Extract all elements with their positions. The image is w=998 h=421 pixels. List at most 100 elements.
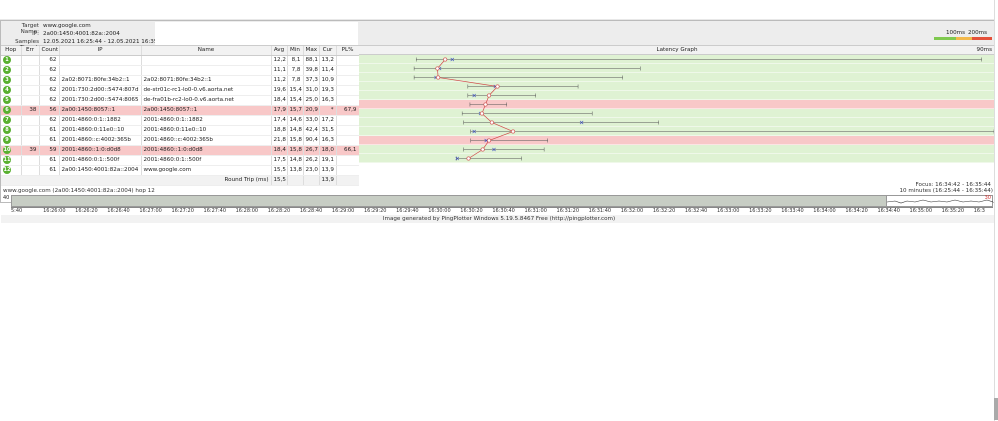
col-pl[interactable]: PL% bbox=[336, 46, 360, 56]
timeline-panel[interactable]: www.google.com (2a00:1450:4001:82a::2004… bbox=[1, 188, 997, 224]
hop-count-cell: 62 bbox=[39, 65, 60, 76]
hop-name-cell: de-fra01b-rc2-lo0-0.v6.aorta.net bbox=[141, 95, 272, 106]
timeline-tick-label: 16:29:20 bbox=[364, 208, 387, 214]
col-hop[interactable]: Hop bbox=[1, 46, 22, 56]
hop-row[interactable]: 8 61 2001:4860:0:11e0::10 2001:4860:0:11e0:… bbox=[1, 125, 360, 136]
timeline-tick-label: 16:32:20 bbox=[652, 208, 676, 214]
col-min[interactable]: Min bbox=[287, 46, 304, 56]
timeline-tick-label: 16:32:00 bbox=[620, 208, 644, 214]
hop-ip-cell bbox=[59, 65, 142, 76]
graph-row-background bbox=[359, 109, 995, 118]
hop-cur-cell: 13,2 bbox=[319, 55, 337, 66]
col-ip[interactable]: IP bbox=[59, 46, 142, 56]
hop-err-cell: 38 bbox=[21, 105, 40, 116]
hop-row[interactable]: 6 38 56 2a00:1450:8057::1 2a00:1450:8057::1 1… bbox=[1, 105, 360, 116]
hop-number-cell: 10 bbox=[1, 145, 22, 156]
hop-number-cell: 11 bbox=[1, 155, 22, 166]
latency-graph[interactable]: Latency Graph 90ms bbox=[359, 46, 995, 190]
hop-avg-cell: 18,4 bbox=[271, 145, 288, 156]
timeline-tick-label: 16:29:00 bbox=[331, 208, 355, 214]
hop-max-cell: 88,1 bbox=[303, 55, 320, 66]
timeline-tick-label: 16:28:20 bbox=[267, 208, 291, 214]
hop-count-cell: 62 bbox=[39, 55, 60, 66]
target-ip-value: 2a00:1450:4001:82a::2004 bbox=[43, 31, 120, 37]
round-trip-pl bbox=[336, 175, 360, 186]
timeline-tick-label: 5:40 bbox=[11, 208, 23, 214]
hop-row[interactable]: 10 39 59 2001:4860::1:0:d0d8 2001:4860::1:0:… bbox=[1, 145, 360, 156]
hop-row[interactable]: 4 62 2001:730:2d00::5474:807d de-str01c-rc1… bbox=[1, 85, 360, 96]
timeline-tick-label: 16:28:40 bbox=[299, 208, 323, 214]
hop-number-badge: 1 bbox=[3, 56, 11, 64]
hop-count-cell: 61 bbox=[39, 155, 60, 166]
timeline-tick-label: 16:30:40 bbox=[492, 208, 515, 214]
average-latency-point bbox=[483, 102, 488, 107]
hop-row[interactable]: 7 62 2001:4860:0:1::1882 2001:4860:0:1::188… bbox=[1, 115, 360, 126]
vertical-scrollbar[interactable] bbox=[994, 0, 998, 421]
hop-min-cell: 13,8 bbox=[287, 165, 304, 176]
hop-ip-cell: 2001:730:2d00::5474:807d bbox=[59, 85, 142, 96]
samples-value: 12.05.2021 16:25:44 - 12.05.2021 16:35:4… bbox=[43, 39, 167, 45]
hop-cur-cell: * bbox=[319, 105, 337, 116]
hop-row[interactable]: 9 61 2001:4860::c:4002:365b 2001:4860::c:40… bbox=[1, 135, 360, 146]
hop-avg-cell: 18,8 bbox=[271, 125, 288, 136]
top-strip bbox=[0, 0, 998, 20]
round-trip-cur: 13,9 bbox=[319, 175, 337, 186]
hop-count-cell: 61 bbox=[39, 165, 60, 176]
hop-min-cell: 15,8 bbox=[287, 135, 304, 146]
hop-row[interactable]: 5 62 2001:730:2d00::5474:8065 de-fra01b-rc2… bbox=[1, 95, 360, 106]
scrollbar-thumb[interactable] bbox=[994, 398, 998, 420]
timeline-history-area[interactable] bbox=[11, 195, 887, 207]
hop-number-badge: 2 bbox=[3, 66, 11, 74]
average-latency-point bbox=[436, 75, 441, 80]
timeline-tick-label: 16:34:40 bbox=[877, 208, 900, 214]
hop-name-cell bbox=[141, 65, 272, 76]
hop-count-cell: 62 bbox=[39, 85, 60, 96]
hop-max-cell: 90,4 bbox=[303, 135, 320, 146]
col-cur[interactable]: Cur bbox=[319, 46, 337, 56]
hop-number-badge: 10 bbox=[3, 146, 11, 154]
hop-name-cell: de-str01c-rc1-lo0-0.v6.aorta.net bbox=[141, 85, 272, 96]
average-latency-point bbox=[511, 129, 516, 134]
hop-table-header: Hop Err Count IP Name Avg Min Max Cur PL… bbox=[1, 46, 360, 56]
hop-row[interactable]: 11 61 2001:4860:0:1::500f 2001:4860:0:1::50… bbox=[1, 155, 360, 166]
hop-err-cell bbox=[21, 125, 40, 136]
hop-number-badge: 4 bbox=[3, 86, 11, 94]
hop-number-badge: 7 bbox=[3, 116, 11, 124]
latency-graph-canvas bbox=[359, 55, 995, 163]
hop-number-badge: 3 bbox=[3, 76, 11, 84]
hop-pl-cell bbox=[336, 65, 360, 76]
hop-pl-cell: 66,1 bbox=[336, 145, 360, 156]
hop-name-cell: 2a00:1450:8057::1 bbox=[141, 105, 272, 116]
latency-graph-header: Latency Graph 90ms bbox=[359, 46, 995, 55]
hop-avg-cell: 12,2 bbox=[271, 55, 288, 66]
graph-row-background bbox=[359, 145, 995, 154]
hop-cur-cell: 16,3 bbox=[319, 95, 337, 106]
latency-graph-max-label: 90ms bbox=[976, 47, 992, 53]
round-trip-max bbox=[303, 175, 320, 186]
hop-number-cell: 3 bbox=[1, 75, 22, 86]
timeline-focus-area[interactable] bbox=[886, 195, 994, 207]
hop-pl-cell bbox=[336, 165, 360, 176]
hop-row[interactable]: 3 62 2a02:8071:80fe:34b2::1 2a02:8071:80fe:… bbox=[1, 75, 360, 86]
hop-number-cell: 9 bbox=[1, 135, 22, 146]
hop-row[interactable]: 2 62 11,1 7,8 39,8 11,4 bbox=[1, 65, 360, 76]
hop-row[interactable]: 1 62 12,2 8,1 88,1 13,2 bbox=[1, 55, 360, 66]
hop-max-cell: 23,0 bbox=[303, 165, 320, 176]
hop-count-cell: 61 bbox=[39, 125, 60, 136]
col-max[interactable]: Max bbox=[303, 46, 320, 56]
latency-graph-title: Latency Graph bbox=[656, 47, 698, 53]
timeline-tick-label: 16:26:40 bbox=[107, 208, 130, 214]
hop-min-cell: 15,8 bbox=[287, 145, 304, 156]
average-latency-point bbox=[479, 111, 484, 116]
hop-row[interactable]: 12 61 2a00:1450:4001:82a::2004 www.google.c… bbox=[1, 165, 360, 176]
col-avg[interactable]: Avg bbox=[271, 46, 288, 56]
hop-cur-cell: 11,4 bbox=[319, 65, 337, 76]
graph-row-background bbox=[359, 91, 995, 100]
hop-avg-cell: 21,8 bbox=[271, 135, 288, 146]
col-name[interactable]: Name bbox=[141, 46, 272, 56]
graph-row-background bbox=[359, 136, 995, 145]
latency-legend-bar bbox=[934, 37, 992, 40]
col-count[interactable]: Count bbox=[39, 46, 60, 56]
hop-min-cell: 8,1 bbox=[287, 55, 304, 66]
col-err[interactable]: Err bbox=[21, 46, 40, 56]
